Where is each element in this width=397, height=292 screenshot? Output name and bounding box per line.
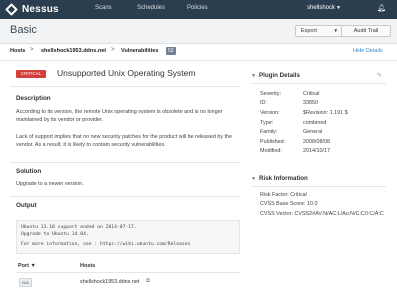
detail-key: Version: bbox=[260, 110, 280, 116]
chevron-down-icon: ▼ bbox=[333, 28, 338, 33]
pencil-icon[interactable]: ✎ bbox=[377, 72, 382, 79]
port-column-header[interactable]: Port ▼ bbox=[18, 263, 36, 269]
chevron-down-icon[interactable]: ▼ bbox=[336, 5, 341, 11]
affected-host-link[interactable]: shellshock1953.ddns.net bbox=[80, 279, 139, 285]
detail-value: 2014/10/17 bbox=[303, 148, 330, 154]
app-name: Nessus bbox=[22, 4, 59, 15]
detail-value: 33850 bbox=[303, 100, 318, 106]
detail-key: Modified: bbox=[260, 148, 282, 154]
top-nav: Nessus Scans Schedules Policies shellsho… bbox=[0, 0, 397, 19]
breadcrumb: Hosts > shellshock1953.ddns.net > Vulner… bbox=[0, 44, 397, 61]
divider bbox=[251, 186, 386, 187]
audit-trail-button[interactable]: Audit Trail bbox=[341, 25, 391, 37]
description-heading: Description bbox=[16, 95, 51, 102]
breadcrumb-separator-icon: > bbox=[30, 47, 34, 53]
vulnerability-title: Unsupported Unix Operating System bbox=[57, 68, 196, 78]
severity-badge: CRITICAL bbox=[16, 70, 46, 78]
breadcrumb-separator-icon: > bbox=[111, 47, 115, 53]
divider bbox=[10, 162, 240, 163]
divider bbox=[251, 83, 386, 84]
collapse-caret-icon[interactable]: ▼ bbox=[251, 176, 256, 182]
output-heading: Output bbox=[16, 202, 37, 209]
port-header-label: Port bbox=[18, 263, 29, 269]
page-title: Basic bbox=[10, 24, 37, 36]
detail-value: Critical bbox=[303, 91, 320, 97]
cvss-base-score: CVSS Base Score: 10.0 bbox=[260, 201, 318, 207]
nav-policies[interactable]: Policies bbox=[187, 5, 208, 11]
vulnerability-count-badge: 52 bbox=[166, 47, 176, 55]
nessus-logo-icon bbox=[5, 3, 18, 16]
detail-key: Type: bbox=[260, 120, 274, 126]
user-menu[interactable]: shellshock bbox=[307, 5, 335, 11]
description-text: According to its version, the remote Uni… bbox=[16, 109, 223, 124]
detail-key: Published: bbox=[260, 139, 286, 145]
nessus-logo[interactable]: Nessus bbox=[5, 3, 59, 16]
detail-value: General bbox=[303, 129, 323, 135]
solution-text: Upgrade to a newer version. bbox=[16, 181, 84, 187]
divider bbox=[10, 86, 240, 87]
nav-schedules[interactable]: Schedules bbox=[137, 5, 165, 11]
bell-icon[interactable]: 🔔︎ bbox=[377, 4, 386, 12]
plugin-output: Ubuntu 13.10 support ended on 2014-07-17… bbox=[16, 220, 240, 254]
breadcrumb-hosts[interactable]: Hosts bbox=[10, 48, 25, 54]
detail-key: Severity: bbox=[260, 91, 281, 97]
solution-heading: Solution bbox=[16, 168, 42, 175]
detail-value: $Revision: 1.191 $ bbox=[303, 110, 348, 116]
risk-factor: Risk Factor: Critical bbox=[260, 192, 307, 198]
collapse-caret-icon[interactable]: ▼ bbox=[251, 73, 256, 79]
external-link-icon[interactable]: ⧉ bbox=[146, 278, 150, 285]
hide-details-link[interactable]: Hide Details bbox=[353, 48, 383, 54]
detail-key: Family: bbox=[260, 129, 278, 135]
plugin-details-heading: Plugin Details bbox=[259, 72, 300, 79]
detail-value: combined bbox=[303, 120, 327, 126]
hosts-column-header[interactable]: Hosts bbox=[80, 263, 95, 269]
divider bbox=[10, 196, 240, 197]
output-line: Upgrade to Ubuntu 14.04. bbox=[21, 231, 89, 237]
nav-scans[interactable]: Scans bbox=[95, 5, 112, 11]
divider bbox=[16, 272, 240, 273]
description-text: Lack of support implies that no new secu… bbox=[16, 134, 233, 149]
export-label: Export bbox=[301, 28, 317, 34]
risk-information-heading: Risk Information bbox=[259, 175, 308, 182]
sort-down-icon: ▼ bbox=[30, 263, 36, 269]
page-header: Basic Export ▼ Audit Trail bbox=[0, 19, 397, 44]
cvss-vector: CVSS Vector: CVSS2#AV:N/AC:L/Au:N/C:C/I:… bbox=[260, 211, 384, 217]
output-line: For more information, see : https://wiki… bbox=[21, 242, 191, 247]
detail-key: ID: bbox=[260, 100, 267, 106]
detail-value: 2008/08/08 bbox=[303, 139, 330, 145]
export-button[interactable]: Export ▼ bbox=[295, 25, 343, 37]
port-badge: N/A bbox=[19, 278, 32, 287]
breadcrumb-vulnerabilities[interactable]: Vulnerabilities bbox=[121, 48, 158, 54]
breadcrumb-host[interactable]: shellshock1953.ddns.net bbox=[41, 48, 106, 54]
